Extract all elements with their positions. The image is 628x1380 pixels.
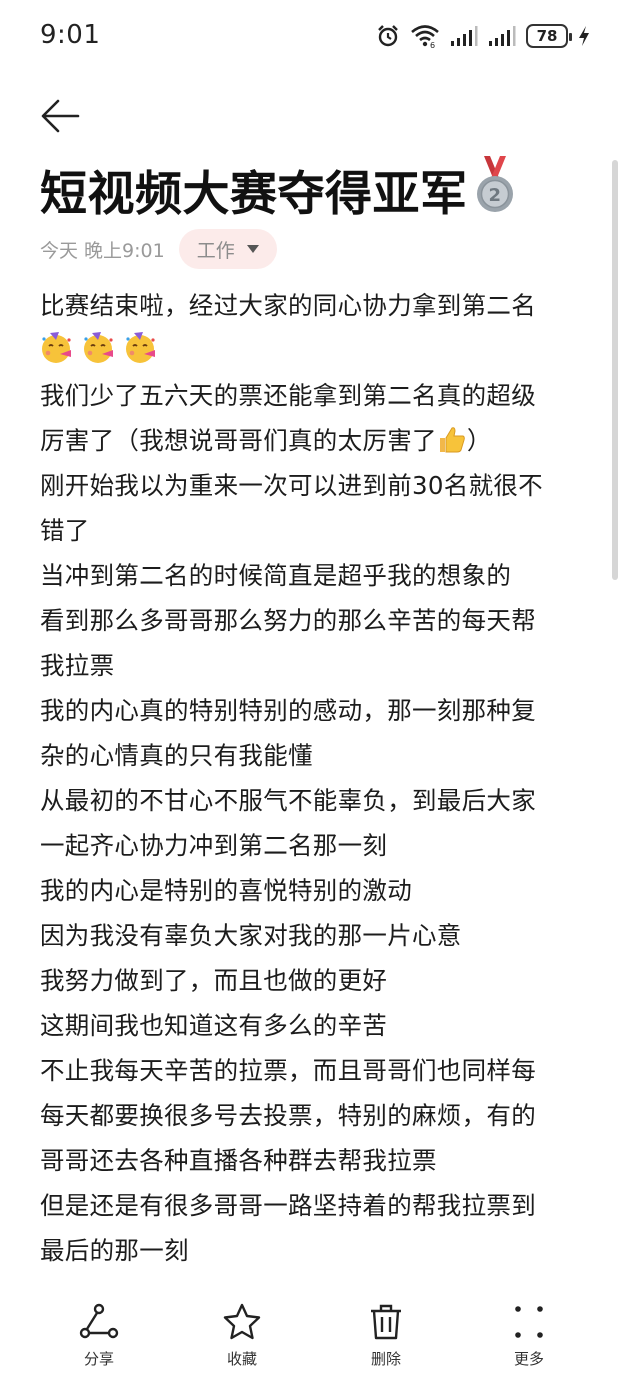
note-line: 不止我每天辛苦的拉票，而且哥哥们也同样每	[40, 1056, 536, 1085]
alarm-icon	[378, 25, 398, 47]
note-line: 当冲到第二名的时候简直是超乎我的想象的	[40, 561, 512, 590]
signal-icon	[451, 26, 478, 46]
note-line: 比赛结束啦，经过大家的同心协力拿到第二名	[40, 291, 536, 320]
wifi-icon: 6	[411, 25, 439, 48]
status-bar: 9:01 6 78	[0, 0, 628, 72]
back-arrow-icon	[41, 99, 80, 133]
status-time: 9:01	[40, 20, 101, 50]
signal-icon	[489, 26, 516, 46]
share-button[interactable]: 分享	[54, 1302, 144, 1369]
svg-text:6: 6	[430, 41, 435, 48]
favorite-label: 收藏	[226, 1350, 257, 1368]
note-line: 厉害了（我想说哥哥们真的太厉害了 ）	[40, 418, 588, 463]
folder-label: 工作	[196, 239, 235, 262]
note-line-suffix: ）	[466, 426, 492, 455]
note-line: 刚开始我以为重来一次可以进到前30名就很不	[40, 471, 543, 500]
note-line: 从最初的不甘心不服气不能辜负，到最后大家	[40, 786, 536, 815]
second-place-medal-icon: 2	[476, 156, 513, 212]
note-line: 最后的那一刻	[40, 1236, 189, 1265]
partying-face-icon	[126, 332, 156, 363]
battery-icon: 78	[526, 24, 572, 48]
note-title-text: 短视频大赛夺得亚军	[40, 167, 468, 222]
folder-selector[interactable]: 工作	[178, 229, 277, 269]
partying-face-icon	[42, 332, 71, 363]
note-timestamp: 今天 晚上9:01	[40, 239, 165, 262]
notes-screen: 9:01 6 78 短视频大赛夺得亚军 2 今天 晚上9:01 工作 比赛结束啦…	[0, 0, 628, 1380]
note-line: 但是还是有很多哥哥一路坚持着的帮我拉票到	[40, 1191, 536, 1220]
favorite-button[interactable]: 收藏	[197, 1302, 287, 1369]
status-icons: 6 78	[376, 22, 590, 50]
partying-face-icon	[84, 332, 114, 363]
star-icon	[223, 1303, 261, 1340]
note-line: 我的内心真的特别特别的感动，那一刻那种复	[40, 696, 536, 725]
note-line: 我努力做到了，而且也做的更好	[40, 966, 388, 995]
note-line-emoji	[40, 328, 588, 373]
note-line: 我的内心是特别的喜悦特别的激动	[40, 876, 412, 905]
note-line-text: 厉害了（我想说哥哥们真的太厉害了	[40, 426, 437, 455]
note-line: 这期间我也知道这有多么的辛苦	[40, 1011, 388, 1040]
back-button[interactable]	[38, 94, 82, 138]
note-line: 一起齐心协力冲到第二名那一刻	[40, 831, 388, 860]
note-content[interactable]: 比赛结束啦，经过大家的同心协力拿到第二名 我们少了五六天的票还能拿到第二名真的超…	[40, 283, 588, 1273]
thumbs-up-icon	[439, 427, 465, 453]
more-dots-icon	[515, 1306, 543, 1338]
note-line: 我们少了五六天的票还能拿到第二名真的超级	[40, 381, 536, 410]
note-line: 哥哥还去各种直播各种群去帮我拉票	[40, 1146, 437, 1175]
charging-icon	[579, 26, 589, 46]
scrollbar[interactable]	[612, 160, 618, 580]
share-label: 分享	[83, 1350, 114, 1368]
share-icon	[79, 1303, 119, 1339]
delete-label: 删除	[370, 1350, 401, 1368]
note-meta: 今天 晚上9:01 工作	[40, 229, 277, 269]
note-line: 看到那么多哥哥那么努力的那么辛苦的每天帮	[40, 606, 536, 635]
delete-button[interactable]: 删除	[341, 1302, 431, 1369]
more-label: 更多	[513, 1350, 544, 1368]
note-line: 我拉票	[40, 651, 115, 680]
note-line: 因为我没有辜负大家对我的那一片心意	[40, 921, 462, 950]
svg-text:2: 2	[488, 185, 501, 206]
note-line: 每天都要换很多号去投票，特别的麻烦，有的	[40, 1101, 536, 1130]
caret-down-icon	[246, 245, 259, 253]
bottom-toolbar: 分享 收藏 删除 更多	[0, 1290, 628, 1380]
note-line: 错了	[40, 516, 90, 545]
trash-icon	[371, 1304, 401, 1340]
note-title[interactable]: 短视频大赛夺得亚军 2	[40, 156, 580, 227]
more-button[interactable]: 更多	[484, 1302, 574, 1369]
note-line: 杂的心情真的只有我能懂	[40, 741, 313, 770]
